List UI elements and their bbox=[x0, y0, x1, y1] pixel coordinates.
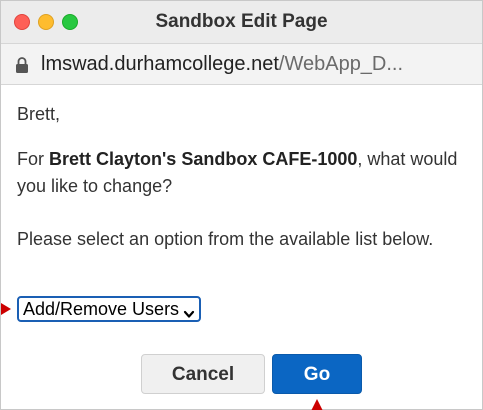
popup-window: Sandbox Edit Page lmswad.durhamcollege.n… bbox=[0, 0, 483, 410]
question-text: For Brett Clayton's Sandbox CAFE-1000, w… bbox=[17, 146, 472, 200]
url-text: lmswad.durhamcollege.net/WebApp_D... bbox=[41, 53, 403, 76]
question-prefix: For bbox=[17, 149, 50, 169]
sandbox-name: Brett Clayton's Sandbox CAFE-1000 bbox=[49, 149, 358, 169]
address-bar[interactable]: lmswad.durhamcollege.net/WebApp_D... bbox=[1, 44, 482, 85]
select-value: Add/Remove Users bbox=[23, 299, 180, 319]
url-domain: lmswad.durhamcollege.net bbox=[41, 53, 279, 75]
greeting-text: Brett, bbox=[17, 104, 61, 124]
go-button[interactable]: Go bbox=[272, 354, 362, 394]
cancel-button[interactable]: Cancel bbox=[141, 354, 265, 394]
window-title: Sandbox Edit Page bbox=[155, 11, 328, 32]
chevron-down-icon bbox=[183, 303, 195, 318]
lock-icon bbox=[15, 56, 29, 74]
annotation-arrow-up bbox=[311, 399, 323, 410]
url-path: /WebApp_D... bbox=[278, 53, 404, 75]
instruction-text: Please select an option from the availab… bbox=[17, 229, 434, 249]
title-bar: Sandbox Edit Page bbox=[1, 1, 482, 44]
change-option-select[interactable]: Add/Remove Users bbox=[17, 296, 202, 322]
annotation-arrow-right bbox=[1, 303, 11, 315]
